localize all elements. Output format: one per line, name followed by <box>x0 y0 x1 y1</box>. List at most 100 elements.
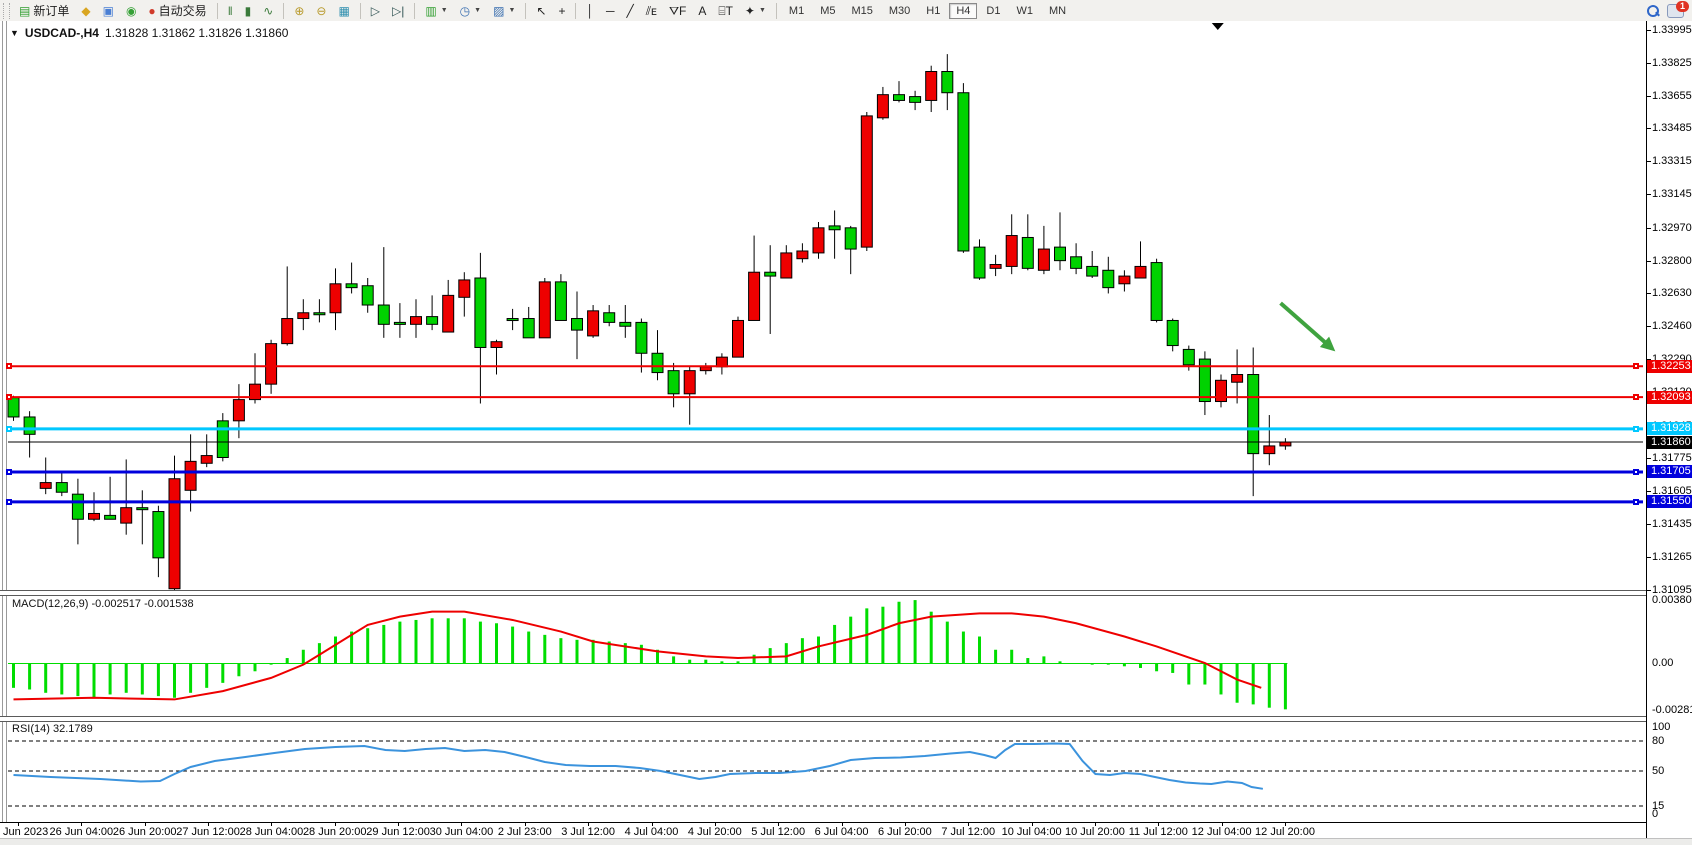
line-handle[interactable] <box>1633 499 1639 505</box>
line-handle[interactable] <box>6 499 12 505</box>
timeframe-w1[interactable]: W1 <box>1009 3 1040 19</box>
template-icon: ▨ <box>493 5 504 17</box>
price-axis[interactable]: 1.339951.338251.336551.334851.333151.331… <box>1646 21 1692 845</box>
timeframe-m15[interactable]: M15 <box>844 3 879 19</box>
hline-tool-button[interactable]: ─ <box>601 0 620 21</box>
autotrading-button[interactable]: ●自动交易 <box>143 0 211 21</box>
chart-symbol-period: USDCAD-,H4 <box>25 26 99 40</box>
new-chart-button[interactable]: ▥▼ <box>420 0 452 21</box>
timeframe-mn[interactable]: MN <box>1042 3 1073 19</box>
candle <box>668 363 679 407</box>
chart-shift-marker-icon[interactable] <box>1212 23 1224 30</box>
macd-histogram-bar <box>1026 658 1029 663</box>
macd-histogram-bar <box>881 607 884 663</box>
line-handle[interactable] <box>6 426 12 432</box>
candle <box>1216 375 1227 408</box>
time-axis-label: 29 Jun 12:00 <box>366 826 430 838</box>
text-tool-button[interactable]: A <box>693 0 711 21</box>
time-axis-label: 3 Jul 12:00 <box>561 826 615 838</box>
chevron-down-icon[interactable]: ▼ <box>759 7 766 14</box>
main-macd-splitter[interactable] <box>0 590 1646 596</box>
candle <box>346 263 357 294</box>
crosshair-button[interactable]: + <box>553 0 570 21</box>
price-axis-label: 1.33655 <box>1652 90 1692 102</box>
green-down-arrow[interactable] <box>1281 303 1336 351</box>
macd-histogram-bar <box>237 663 240 676</box>
chevron-down-icon[interactable]: ▼ <box>508 7 515 14</box>
template-button[interactable]: ▨▼ <box>488 0 520 21</box>
zoom-in-button[interactable]: ⊕ <box>289 0 309 21</box>
timeframe-h4[interactable]: H4 <box>949 3 977 19</box>
macd-histogram-bar <box>817 637 820 663</box>
candle <box>459 272 470 316</box>
bar-chart-button[interactable]: ‖ <box>223 0 238 21</box>
search-icon[interactable] <box>1646 4 1659 17</box>
timeframe-m5[interactable]: M5 <box>813 3 842 19</box>
chat-notifications-icon[interactable]: 1 <box>1667 4 1684 18</box>
time-axis-label: 4 Jul 20:00 <box>688 826 742 838</box>
line-handle[interactable] <box>1633 363 1639 369</box>
timeframe-m1[interactable]: M1 <box>782 3 811 19</box>
candlestick-button[interactable]: ▮ <box>240 0 257 21</box>
macd-histogram-bar <box>366 628 369 663</box>
line-handle[interactable] <box>1633 394 1639 400</box>
chevron-down-icon[interactable]: ▼ <box>441 7 448 14</box>
auto-scroll-button[interactable]: ▷ <box>366 0 385 21</box>
macd-histogram-bar <box>1059 661 1062 663</box>
macd-rsi-splitter[interactable] <box>0 716 1646 722</box>
macd-histogram-bar <box>1042 656 1045 663</box>
arrows-tool-button[interactable]: ✦▼ <box>740 0 771 21</box>
terminal-button[interactable]: ▣ <box>98 0 119 21</box>
axis-tick <box>1647 491 1651 492</box>
macd-histogram-bar <box>930 612 933 663</box>
line-chart-button[interactable]: ∿ <box>258 0 278 21</box>
toolbar-separator <box>360 3 361 19</box>
time-axis[interactable]: 23 Jun 202326 Jun 04:0026 Jun 20:0027 Ju… <box>0 822 1646 839</box>
candle <box>1248 347 1259 496</box>
candle <box>749 236 760 321</box>
line-handle[interactable] <box>1633 426 1639 432</box>
macd-histogram-bar <box>672 656 675 663</box>
trendline-tool-button[interactable]: ╱ <box>621 0 638 21</box>
line-handle[interactable] <box>6 469 12 475</box>
fibonacci-tool-button[interactable]: ⛛F <box>664 0 691 21</box>
cursor-button[interactable]: ↖ <box>531 0 551 21</box>
label-tool-button[interactable]: ⌸T <box>713 0 738 21</box>
chart-window-button[interactable]: ◆ <box>76 0 95 21</box>
timeframe-d1[interactable]: D1 <box>979 3 1007 19</box>
candle <box>56 471 67 496</box>
tile-windows-button[interactable]: ▦ <box>333 0 354 21</box>
candle <box>1280 438 1291 450</box>
window-bottom-strip <box>0 838 1692 845</box>
chart-shift-button[interactable]: ▷| <box>387 0 409 21</box>
macd-histogram-bar <box>914 600 917 663</box>
zoom-out-button[interactable]: ⊖ <box>311 0 331 21</box>
signals-button[interactable]: ◉ <box>121 0 141 21</box>
axis-tick <box>1647 590 1651 591</box>
timeframe-m30[interactable]: M30 <box>882 3 917 19</box>
timeframe-h1[interactable]: H1 <box>919 3 947 19</box>
vline-tool-button[interactable]: │ <box>581 0 599 21</box>
line-handle[interactable] <box>6 394 12 400</box>
arrows-icon: ✦ <box>745 5 755 17</box>
new-order-button[interactable]: ▤新订单 <box>14 0 74 21</box>
collapse-triangle-icon[interactable]: ▼ <box>10 28 19 38</box>
line-price-tag: 1.32253 <box>1647 360 1692 373</box>
macd-histogram-bar <box>205 663 208 688</box>
channel-tool-button[interactable]: ⫽ᴇ <box>641 0 662 21</box>
time-axis-label: 30 Jun 04:00 <box>430 826 494 838</box>
macd-histogram-bar <box>270 663 273 665</box>
axis-tick <box>1647 326 1651 327</box>
periods-button[interactable]: ◷▼ <box>455 0 486 21</box>
time-axis-label: 12 Jul 04:00 <box>1192 826 1252 838</box>
candle <box>394 303 405 338</box>
chevron-down-icon[interactable]: ▼ <box>474 7 481 14</box>
time-axis-label: 6 Jul 04:00 <box>815 826 869 838</box>
macd-histogram-bar <box>44 663 47 693</box>
macd-histogram-bar <box>93 663 96 698</box>
macd-histogram-bar <box>1075 663 1078 664</box>
line-handle[interactable] <box>6 363 12 369</box>
line-handle[interactable] <box>1633 469 1639 475</box>
macd-histogram-bar <box>334 637 337 663</box>
macd-histogram-bar <box>1107 663 1110 665</box>
